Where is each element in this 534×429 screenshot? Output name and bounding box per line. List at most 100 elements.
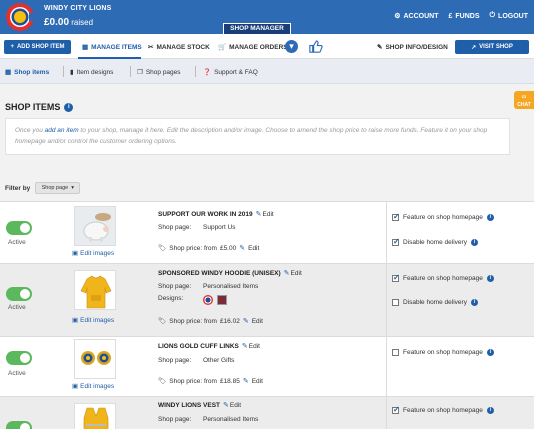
visit-shop-label: VISIT SHOP bbox=[479, 44, 513, 50]
chat-button[interactable]: ▭ CHAT bbox=[514, 91, 534, 109]
info-icon[interactable]: i bbox=[64, 102, 74, 112]
account-link[interactable]: ⚙ ACCOUNT bbox=[394, 12, 439, 21]
info-icon[interactable]: i bbox=[470, 299, 478, 306]
image-icon: ▣ bbox=[72, 250, 79, 257]
shop-price: 🏷 Shop price: from £5.00 ✎ Edit bbox=[158, 244, 259, 253]
sub-nav: ▦ Shop items ▮ Item designs ❐ Shop pages ❓ S… bbox=[0, 59, 534, 84]
active-toggle[interactable] bbox=[6, 421, 32, 429]
product-name-text: WINDY LIONS VEST bbox=[158, 401, 220, 409]
product-image bbox=[74, 339, 116, 379]
edit-images-link[interactable]: ▣ Edit images bbox=[72, 316, 114, 325]
item-designs-label: Item designs bbox=[76, 68, 114, 76]
table-row: Active ▣ Edit images SPONSORED WINDY HOOD… bbox=[0, 263, 534, 337]
orders-more-button[interactable]: ▾ bbox=[285, 40, 298, 53]
raised-total: £0.00 raised bbox=[44, 17, 93, 28]
disable-delivery-checkbox[interactable] bbox=[392, 237, 400, 246]
pencil-icon[interactable]: ✎ bbox=[239, 244, 245, 252]
top-bar: WINDY CITY LIONS £0.00 raised ⚙ ACCOUNT £… bbox=[0, 0, 534, 34]
info-icon[interactable]: i bbox=[486, 407, 494, 414]
nav-shop-info[interactable]: ✎ SHOP INFO/DESIGN bbox=[377, 43, 448, 52]
feature-checkbox[interactable] bbox=[392, 405, 400, 414]
tab-shop-pages[interactable]: ❐ Shop pages bbox=[137, 68, 181, 77]
pencil-icon[interactable]: ✎ bbox=[243, 317, 249, 325]
edit-images-label: Edit images bbox=[80, 249, 115, 257]
shop-page-label: Shop page: bbox=[158, 283, 192, 290]
edit-name-button[interactable]: ✎ Edit bbox=[283, 269, 302, 278]
price-label: Shop price: from bbox=[169, 377, 217, 385]
shop-page-label: Shop page: bbox=[158, 416, 192, 423]
feature-option: Feature on shop homepagei bbox=[392, 405, 494, 414]
tab-support-faq[interactable]: ❓ Support & FAQ bbox=[203, 68, 258, 77]
tag-icon: 🏷 bbox=[158, 378, 167, 385]
design-logo-icon[interactable] bbox=[203, 295, 213, 305]
shop-page-field: Shop page: Other Gifts bbox=[158, 357, 234, 364]
tab-item-designs[interactable]: ▮ Item designs bbox=[70, 68, 114, 77]
edit-price-button[interactable]: Edit bbox=[252, 318, 263, 325]
active-toggle[interactable] bbox=[6, 287, 32, 301]
product-image bbox=[74, 403, 116, 429]
tab-shop-items[interactable]: ▦ Shop items bbox=[5, 68, 50, 77]
feature-checkbox[interactable] bbox=[392, 273, 400, 282]
cufflinks-image bbox=[75, 340, 115, 378]
shop-manager-tab[interactable]: SHOP MANAGER bbox=[223, 23, 291, 34]
pound-icon: £ bbox=[448, 12, 453, 20]
add-shop-item-button[interactable]: + ADD SHOP ITEM bbox=[4, 40, 71, 54]
cart-icon: 🛒 bbox=[218, 44, 227, 51]
gear-icon: ⚙ bbox=[394, 13, 401, 20]
product-name: WINDY LIONS VEST ✎ Edit bbox=[158, 401, 241, 410]
info-icon[interactable]: i bbox=[470, 239, 478, 246]
shop-page-field: Shop page: Personalised Items bbox=[158, 283, 258, 290]
pencil-icon: ✎ bbox=[255, 211, 262, 218]
tag-icon: 🏷 bbox=[158, 245, 167, 252]
pencil-icon[interactable]: ✎ bbox=[243, 377, 249, 385]
image-icon: ▣ bbox=[72, 383, 79, 390]
info-icon[interactable]: i bbox=[486, 275, 494, 282]
funds-link[interactable]: £ FUNDS bbox=[448, 12, 479, 20]
product-image bbox=[74, 270, 116, 310]
add-item-link[interactable]: add an item bbox=[45, 127, 79, 134]
logout-label: LOGOUT bbox=[498, 12, 528, 20]
divider bbox=[195, 66, 196, 77]
edit-name-button[interactable]: ✎ Edit bbox=[255, 210, 274, 219]
pencil-icon: ✎ bbox=[283, 270, 290, 277]
hoodie-image bbox=[75, 271, 115, 309]
nav-manage-items[interactable]: ▦ MANAGE ITEMS bbox=[82, 43, 142, 52]
info-icon[interactable]: i bbox=[486, 349, 494, 356]
manage-items-label: MANAGE ITEMS bbox=[91, 43, 142, 51]
edit-name-button[interactable]: ✎ Edit bbox=[223, 401, 241, 410]
lions-logo[interactable] bbox=[5, 2, 35, 32]
price-value: £16.02 bbox=[219, 317, 240, 325]
edit-images-link[interactable]: ▣ Edit images bbox=[72, 249, 115, 258]
thumbs-up-icon[interactable] bbox=[308, 39, 323, 54]
disable-delivery-checkbox[interactable] bbox=[392, 299, 399, 306]
edit-price-button[interactable]: Edit bbox=[252, 378, 263, 385]
pencil-icon: ✎ bbox=[223, 402, 229, 409]
edit-images-link[interactable]: ▣ Edit images bbox=[72, 382, 114, 391]
disable-delivery-label: Disable home delivery bbox=[403, 299, 467, 306]
feature-option: Feature on shop homepagei bbox=[392, 212, 494, 221]
nav-manage-stock[interactable]: ✂ MANAGE STOCK bbox=[148, 43, 210, 52]
support-label: Support & FAQ bbox=[214, 68, 258, 76]
logout-link[interactable]: ⏻ LOGOUT bbox=[490, 12, 529, 20]
feature-checkbox[interactable] bbox=[392, 349, 399, 356]
active-toggle[interactable] bbox=[6, 221, 32, 235]
edit-name-button[interactable]: ✎ Edit bbox=[242, 342, 260, 351]
nav-manage-orders[interactable]: 🛒 MANAGE ORDERS bbox=[218, 43, 288, 52]
filter-select[interactable]: Shop page ▾ bbox=[35, 182, 81, 194]
delivery-option: Disable home deliveryi bbox=[392, 237, 478, 246]
account-label: ACCOUNT bbox=[403, 12, 439, 20]
shop-items-label: Shop items bbox=[14, 68, 50, 76]
edit-price-button[interactable]: Edit bbox=[248, 245, 259, 252]
account-links: ⚙ ACCOUNT £ FUNDS ⏻ LOGOUT bbox=[394, 12, 528, 20]
designs-field: Designs: bbox=[158, 295, 227, 305]
active-label: Active bbox=[8, 370, 26, 377]
shop-page-field: Shop page: Personalised Items bbox=[158, 416, 258, 423]
design-photo-icon[interactable] bbox=[217, 295, 227, 305]
chat-icon: ▭ bbox=[521, 94, 527, 100]
feature-checkbox[interactable] bbox=[392, 212, 400, 221]
active-toggle[interactable] bbox=[6, 351, 32, 365]
main-nav: + ADD SHOP ITEM ▦ MANAGE ITEMS ✂ MANAGE STO… bbox=[0, 34, 534, 59]
visit-shop-button[interactable]: ↗ VISIT SHOP bbox=[455, 40, 529, 54]
info-icon[interactable]: i bbox=[486, 214, 494, 221]
feature-option: Feature on shop homepagei bbox=[392, 349, 494, 356]
